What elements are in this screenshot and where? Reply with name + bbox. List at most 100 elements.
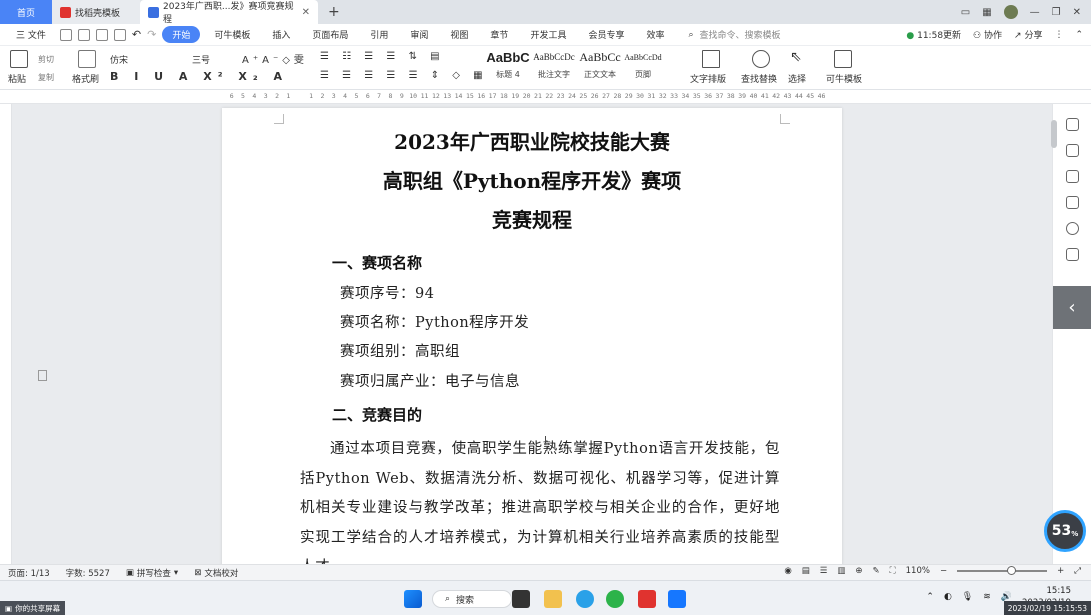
horizontal-ruler[interactable]: 6 5 4 3 2 1 1 2 3 4 5 6 7 8 9 10 11 12 13 14 15 16 17 18 19 20 21 2… bbox=[0, 90, 1091, 104]
format-painter-button[interactable]: 格式刷 bbox=[72, 72, 99, 85]
expand-panel-button[interactable]: ‹ bbox=[1053, 286, 1091, 329]
tab-document[interactable]: 2023年广西职...发》赛项竞赛规程 ✕ bbox=[140, 0, 318, 25]
chat-app-icon[interactable] bbox=[606, 590, 624, 608]
pointer-icon[interactable] bbox=[1066, 144, 1079, 157]
restore-icon[interactable]: ❐ bbox=[1052, 7, 1061, 18]
tab-home[interactable]: 首页 bbox=[0, 0, 52, 24]
document-area[interactable]: 2023年广西职业院校技能大赛 高职组《Python程序开发》赛项 竞赛规程 一… bbox=[12, 104, 1052, 564]
print-icon[interactable] bbox=[95, 28, 108, 41]
preview-icon[interactable] bbox=[113, 28, 126, 41]
vertical-ruler[interactable] bbox=[0, 104, 12, 564]
page-count[interactable]: 页面: 1/13 bbox=[8, 567, 50, 579]
zoom-level[interactable]: 110% bbox=[906, 566, 930, 576]
zoom-knob[interactable] bbox=[1007, 566, 1017, 575]
tray-up-icon[interactable]: ⌃ bbox=[926, 592, 934, 602]
eye-protect-icon[interactable]: ◉ bbox=[784, 566, 791, 576]
mic-icon[interactable]: 🎙 bbox=[962, 592, 973, 602]
font-tools[interactable]: A⁺A⁻◇雯 bbox=[242, 51, 308, 66]
menu-review[interactable]: 审阅 bbox=[402, 28, 436, 41]
export-icon[interactable] bbox=[77, 28, 90, 41]
paste-button[interactable]: 粘贴 bbox=[8, 72, 26, 85]
zoom-slider[interactable] bbox=[957, 566, 1048, 575]
book-icon[interactable] bbox=[1066, 248, 1079, 261]
cut-button[interactable]: 剪切 bbox=[38, 54, 54, 65]
layout-icon[interactable]: ▭ bbox=[961, 7, 970, 18]
menu-reference[interactable]: 引用 bbox=[362, 28, 396, 41]
collapse-ribbon-icon[interactable]: ⌃ bbox=[1075, 30, 1083, 40]
toolbox-icon[interactable] bbox=[1066, 196, 1079, 209]
task-view-icon[interactable] bbox=[512, 590, 530, 608]
collab-button[interactable]: ⚇ 协作 bbox=[973, 28, 1002, 41]
style-heading4[interactable]: AaBbC 标题 4 bbox=[484, 50, 532, 80]
menu-member[interactable]: 会员专享 bbox=[580, 28, 632, 41]
menu-start[interactable]: 开始 bbox=[162, 26, 201, 43]
select-cursor-icon[interactable]: ⇖ bbox=[790, 49, 802, 65]
keniu-template-icon[interactable] bbox=[834, 50, 852, 68]
menu-insert[interactable]: 插入 bbox=[264, 28, 298, 41]
menu-layout[interactable]: 页面布局 bbox=[304, 28, 356, 41]
avatar[interactable] bbox=[1003, 5, 1018, 19]
close-window-icon[interactable]: ✕ bbox=[1073, 7, 1081, 18]
file-menu[interactable]: 三 文件 bbox=[8, 28, 54, 41]
undo-icon[interactable]: ↶ bbox=[132, 28, 141, 41]
redo-icon[interactable]: ↷ bbox=[147, 28, 156, 41]
menu-devtools[interactable]: 开发工具 bbox=[522, 28, 574, 41]
format-painter-icon[interactable] bbox=[78, 50, 96, 68]
windows-start-icon[interactable] bbox=[404, 590, 422, 608]
zoom-in-icon[interactable]: + bbox=[1057, 566, 1064, 576]
taskbar-search[interactable]: ⌕ 搜索 bbox=[432, 590, 512, 608]
tab-daoke-templates[interactable]: 找稻壳模板 bbox=[52, 0, 140, 24]
fullscreen-icon[interactable]: ⤢ bbox=[1074, 566, 1081, 576]
paste-icon[interactable] bbox=[10, 50, 28, 68]
font-family-select[interactable]: 仿宋 bbox=[110, 53, 186, 66]
wps-icon[interactable] bbox=[638, 590, 656, 608]
web-view-icon[interactable]: ⊕ bbox=[855, 566, 862, 576]
edit-icon[interactable] bbox=[1066, 118, 1079, 131]
style-body-text[interactable]: AaBbCc 正文文本 bbox=[578, 50, 622, 80]
font-size-select[interactable]: 三号 bbox=[192, 53, 236, 66]
read-view-icon[interactable]: ▥ bbox=[837, 566, 845, 576]
zoom-out-icon[interactable]: − bbox=[940, 566, 947, 576]
spell-check-button[interactable]: ▣ 拼写检查 ▾ bbox=[126, 567, 178, 579]
wifi-icon[interactable]: ≋ bbox=[983, 592, 991, 602]
menu-efficiency[interactable]: 效率 bbox=[638, 28, 672, 41]
minimize-icon[interactable]: — bbox=[1030, 7, 1040, 18]
update-status[interactable]: ● 11:58更新 bbox=[906, 28, 961, 41]
settings-slider-icon[interactable] bbox=[1066, 170, 1079, 183]
meeting-app-icon[interactable] bbox=[668, 590, 686, 608]
location-icon[interactable] bbox=[1066, 222, 1079, 235]
copy-button[interactable]: 复制 bbox=[38, 72, 54, 83]
command-search-input[interactable]: 查找命令、搜索模板 bbox=[700, 28, 781, 41]
align-tools[interactable]: ☰ ☰ ☰ ☰ ☰ ⇕ ◇ ▦ bbox=[320, 70, 488, 81]
new-tab-button[interactable]: + bbox=[318, 0, 350, 24]
edge-browser-icon[interactable] bbox=[576, 590, 594, 608]
text-layout-button[interactable]: 文字排版 bbox=[690, 72, 726, 85]
outline-view-icon[interactable]: ☰ bbox=[820, 566, 828, 576]
paragraph-marker-icon[interactable] bbox=[38, 370, 47, 381]
pen-icon[interactable]: ✎ bbox=[873, 566, 880, 576]
find-replace-icon[interactable] bbox=[752, 50, 770, 68]
keniu-template-button[interactable]: 可牛模板 bbox=[826, 72, 862, 85]
menu-chapter[interactable]: 章节 bbox=[482, 28, 516, 41]
vertical-scrollbar[interactable] bbox=[1051, 120, 1057, 148]
share-button[interactable]: ↗ 分享 bbox=[1014, 28, 1042, 41]
file-explorer-icon[interactable] bbox=[544, 590, 562, 608]
close-tab-icon[interactable]: ✕ bbox=[302, 7, 310, 18]
text-layout-icon[interactable] bbox=[702, 50, 720, 68]
find-replace-button[interactable]: 查找替换 bbox=[741, 72, 777, 85]
menu-view[interactable]: 视图 bbox=[442, 28, 476, 41]
list-tools[interactable]: ☰ ☷ ☰ ☰ ⇅ ▤ bbox=[320, 51, 445, 62]
document-page[interactable]: 2023年广西职业院校技能大赛 高职组《Python程序开发》赛项 竞赛规程 一… bbox=[222, 108, 842, 564]
menu-keniu[interactable]: 可牛模板 bbox=[206, 28, 258, 41]
fit-icon[interactable]: ⛶ bbox=[890, 566, 896, 576]
progress-indicator[interactable]: 53% bbox=[1044, 510, 1086, 552]
tray-app-icon[interactable]: ◐ bbox=[944, 592, 952, 602]
page-view-icon[interactable]: ▤ bbox=[802, 566, 810, 576]
more-icon[interactable]: ⋮ bbox=[1054, 30, 1063, 40]
select-button[interactable]: 选择 bbox=[788, 72, 806, 85]
word-count[interactable]: 字数: 5527 bbox=[66, 567, 110, 579]
grid-icon[interactable]: ▦ bbox=[982, 7, 991, 18]
text-format-tools[interactable]: B I U A X² X₂ A bbox=[110, 70, 288, 83]
save-icon[interactable] bbox=[59, 28, 72, 41]
style-comment-text[interactable]: AaBbCcDc 批注文字 bbox=[532, 50, 576, 80]
